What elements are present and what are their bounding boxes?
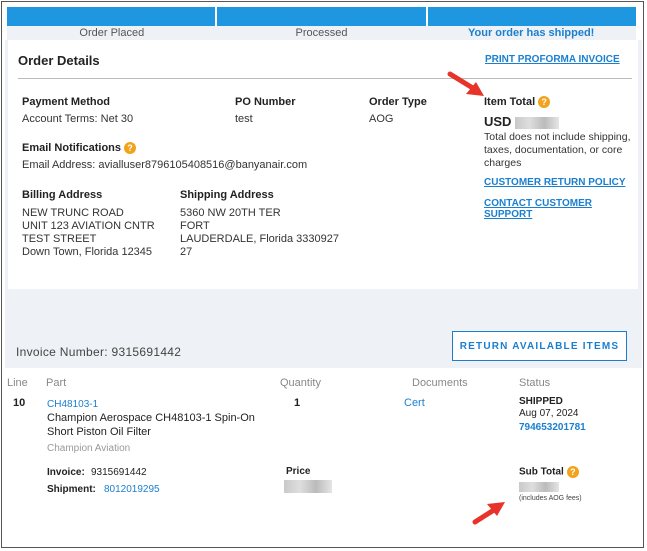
- contact-customer-support-link[interactable]: CONTACT CUSTOMER SUPPORT: [484, 198, 638, 220]
- subtotal-label-wrap: Sub Total?: [519, 466, 579, 478]
- billing-line: NEW TRUNC ROAD: [22, 207, 124, 219]
- item-total-label-wrap: Item Total?: [484, 96, 551, 109]
- billing-address: NEW TRUNC ROAD UNIT 123 AVIATION CNTR TE…: [22, 207, 155, 259]
- item-total-label: Item Total: [484, 96, 536, 108]
- customer-return-policy-link[interactable]: CUSTOMER RETURN POLICY: [484, 177, 626, 188]
- order-progress-bar: [7, 7, 636, 26]
- cert-document-link[interactable]: Cert: [404, 397, 425, 409]
- item-total-currency: USD: [484, 114, 512, 129]
- billing-line: Down Town, Florida 12345: [22, 246, 153, 258]
- progress-step-2: [217, 7, 428, 26]
- part-description-2: Short Piston Oil Filter: [47, 426, 151, 438]
- invoice-label: Invoice:: [47, 467, 85, 478]
- shipping-line: LAUDERDALE, Florida 3330927: [180, 233, 339, 245]
- status-date: Aug 07, 2024: [519, 408, 579, 419]
- quantity-value: 1: [294, 397, 301, 409]
- billing-line: TEST STREET: [22, 233, 97, 245]
- progress-label-processed: Processed: [295, 27, 348, 39]
- subtotal-label: Sub Total: [519, 466, 564, 478]
- order-type-label: Order Type: [369, 96, 427, 108]
- email-notifications-label-wrap: Email Notifications?: [22, 142, 137, 155]
- col-header-line: Line: [7, 377, 28, 389]
- invoice-number: Invoice Number: 9315691442: [16, 345, 182, 359]
- red-arrow-annotation: [472, 502, 505, 525]
- help-icon[interactable]: ?: [566, 466, 579, 478]
- manufacturer: Champion Aviation: [47, 443, 131, 454]
- price-value: [284, 480, 332, 493]
- po-number-value: test: [235, 113, 253, 125]
- col-header-part: Part: [46, 377, 67, 389]
- progress-labels: Order Placed Processed Your order has sh…: [7, 26, 636, 40]
- col-header-documents: Documents: [412, 377, 468, 389]
- shipping-line: 5360 NW 20TH TER: [180, 207, 281, 219]
- shipping-line: FORT: [180, 220, 210, 232]
- col-header-quantity: Quantity: [280, 377, 321, 389]
- progress-label-shipped: Your order has shipped!: [468, 27, 595, 39]
- shipment-label: Shipment:: [47, 484, 96, 495]
- shipping-address: 5360 NW 20TH TER FORT LAUDERDALE, Florid…: [180, 207, 339, 259]
- redacted-price: [284, 480, 332, 493]
- email-address-value: Email Address: avialluser8796105408516@b…: [22, 159, 308, 171]
- billing-address-label: Billing Address: [22, 189, 103, 201]
- line-number: 10: [13, 397, 26, 409]
- item-total-amount: USD: [484, 114, 560, 129]
- shipping-address-label: Shipping Address: [180, 189, 274, 201]
- print-proforma-invoice-link[interactable]: PRINT PROFORMA INVOICE: [485, 54, 620, 65]
- subtotal-value: [519, 481, 559, 493]
- item-total-note: Total does not include shipping, taxes, …: [484, 131, 631, 169]
- part-description-1: Champion Aerospace CH48103-1 Spin-On: [47, 412, 255, 424]
- progress-step-3: [427, 7, 636, 26]
- divider: [18, 78, 632, 79]
- invoice-value: 9315691442: [91, 467, 147, 478]
- order-details-card: Order Details PRINT PROFORMA INVOICE Pay…: [8, 40, 638, 289]
- tracking-number-link[interactable]: 794653201781: [519, 422, 586, 433]
- po-number-label: PO Number: [235, 96, 296, 108]
- col-header-status: Status: [519, 377, 551, 389]
- help-icon[interactable]: ?: [124, 142, 137, 155]
- aog-fees-note: (includes AOG fees): [519, 495, 582, 502]
- red-arrow-annotation: [447, 71, 484, 96]
- order-details-title: Order Details: [18, 53, 100, 68]
- redacted-subtotal: [519, 482, 559, 493]
- redacted-amount: [515, 116, 560, 129]
- help-icon[interactable]: ?: [538, 96, 551, 109]
- payment-method-label: Payment Method: [22, 96, 111, 108]
- email-notifications-label: Email Notifications: [22, 142, 122, 154]
- price-label: Price: [286, 466, 311, 477]
- progress-label-placed: Order Placed: [79, 27, 145, 39]
- shipping-line: 27: [180, 246, 193, 258]
- return-available-items-button[interactable]: RETURN AVAILABLE ITEMS: [452, 331, 627, 361]
- shipment-link[interactable]: 8012019295: [104, 484, 160, 495]
- part-number-link[interactable]: CH48103-1: [47, 399, 98, 410]
- order-type-value: AOG: [369, 113, 394, 125]
- order-page: Order Placed Processed Your order has sh…: [1, 1, 644, 548]
- billing-line: UNIT 123 AVIATION CNTR: [22, 220, 155, 232]
- payment-method-value: Account Terms: Net 30: [22, 113, 134, 125]
- progress-step-1: [7, 7, 218, 26]
- status-shipped: SHIPPED: [519, 396, 563, 407]
